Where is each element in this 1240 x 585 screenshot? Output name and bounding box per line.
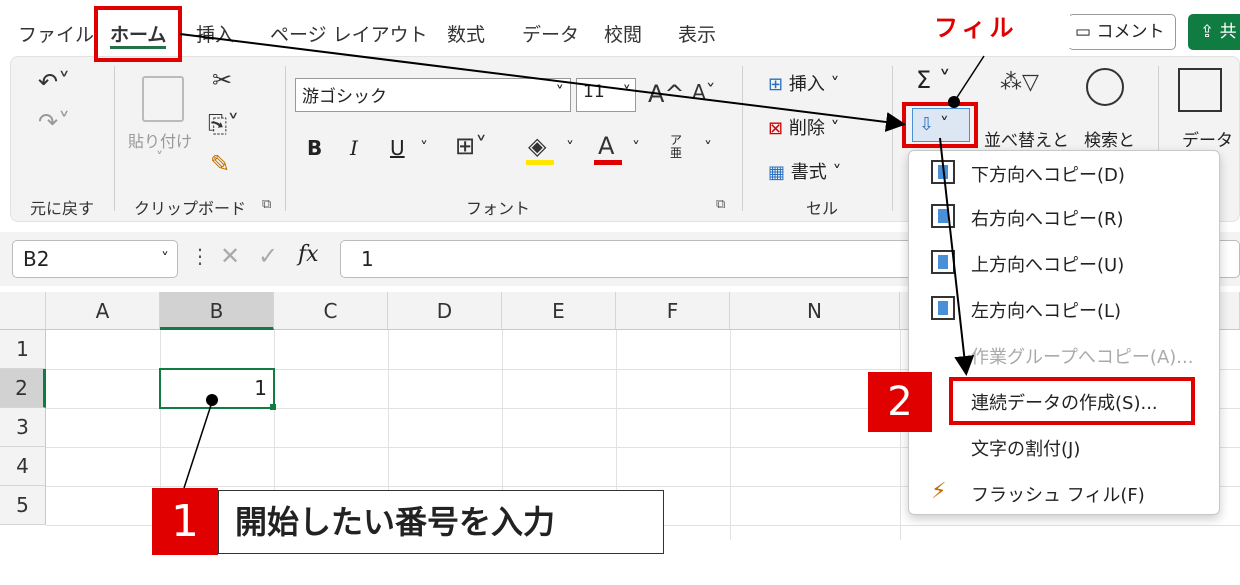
fill-callout-dot [948,96,960,108]
step1-callout-line [183,401,213,489]
arrow-home-to-fill [179,33,906,132]
step1-callout-dot [206,394,218,406]
arrow-fill-to-series [939,137,975,376]
annotation-arrows [179,33,985,489]
fill-callout-line [953,55,985,103]
